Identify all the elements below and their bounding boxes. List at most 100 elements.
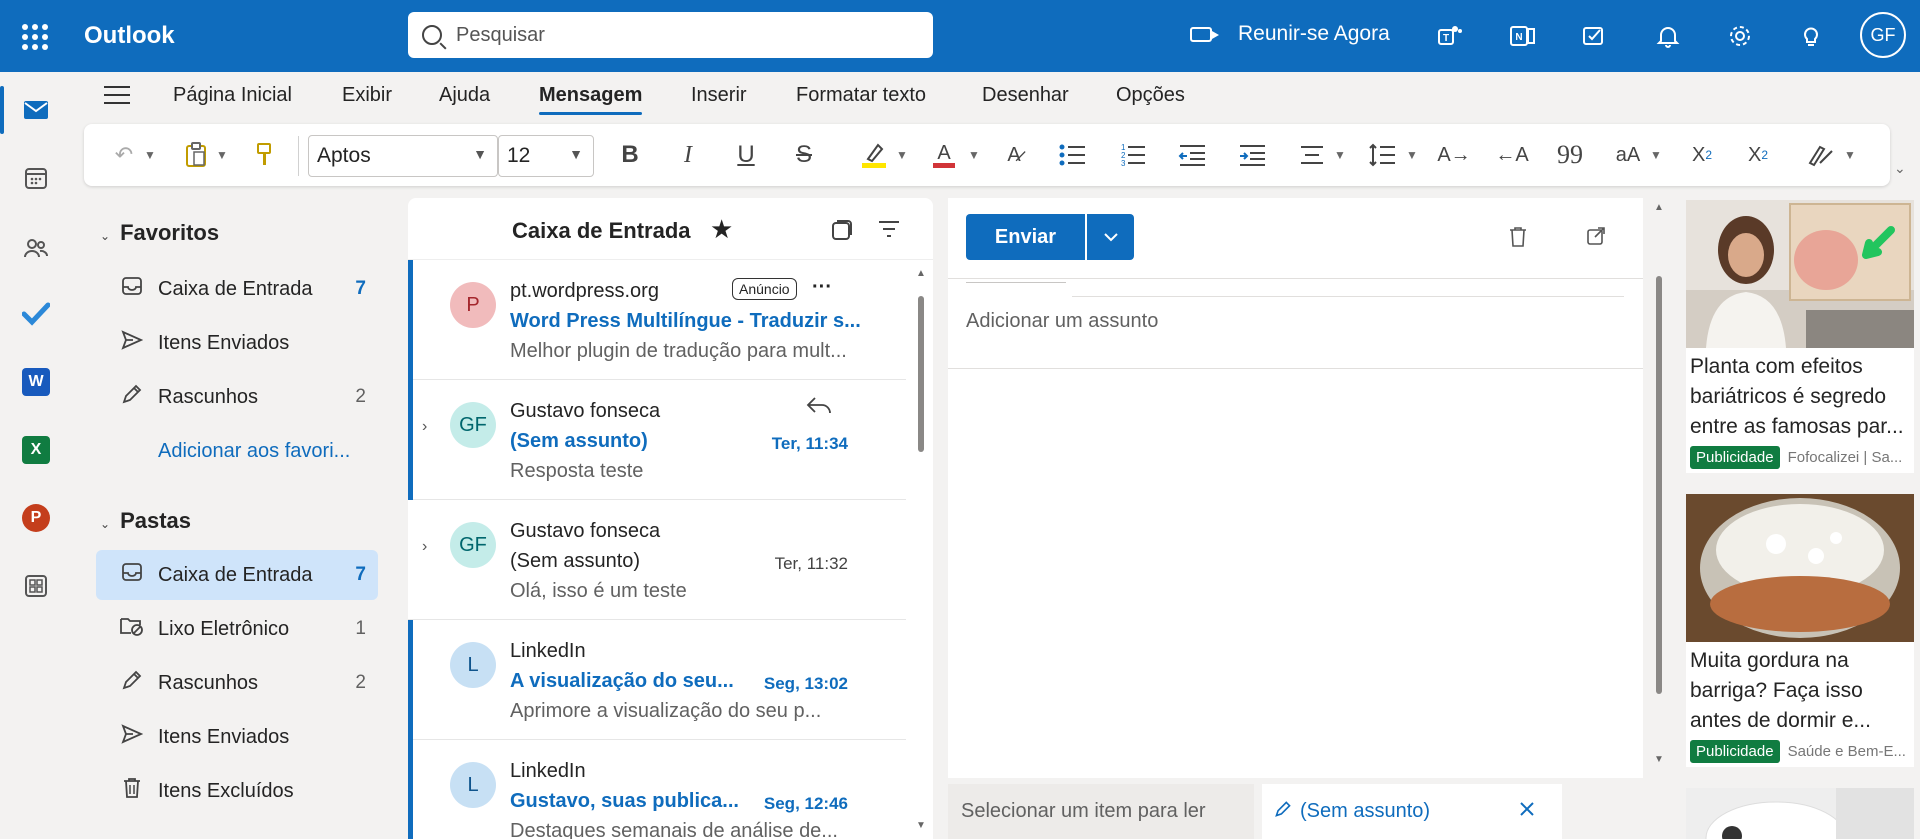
scroll-up-arrow-icon[interactable]: ▲ [916, 268, 926, 279]
teams-icon[interactable]: T [1437, 22, 1465, 50]
favorite-item-sent[interactable]: Itens Enviados [96, 318, 378, 368]
ltr-direction-icon[interactable]: A→ [1436, 140, 1472, 170]
settings-gear-icon[interactable] [1726, 22, 1754, 50]
message-item-ad[interactable]: P pt.wordpress.org Anúncio ··· Word Pres… [408, 260, 906, 380]
folders-header[interactable]: ⌄ Pastas [100, 508, 191, 534]
close-icon[interactable] [1518, 800, 1536, 824]
increase-indent-icon[interactable] [1234, 140, 1270, 170]
hamburger-menu-icon[interactable] [104, 86, 130, 106]
underline-icon[interactable]: U [728, 140, 764, 170]
lightbulb-icon[interactable] [1797, 22, 1825, 50]
folder-item-deleted[interactable]: Itens Excluídos [96, 766, 378, 816]
tab-exibir[interactable]: Exibir [342, 84, 392, 107]
line-spacing-dropdown-chevron-icon[interactable]: ▼ [1404, 140, 1420, 170]
scroll-down-arrow-icon[interactable]: ▼ [1654, 754, 1664, 765]
bold-icon[interactable]: B [612, 140, 648, 170]
app-launcher-icon[interactable] [20, 22, 50, 52]
paste-dropdown-chevron-icon[interactable]: ▼ [214, 140, 230, 170]
subject-input[interactable]: Adicionar um assunto [966, 310, 1158, 333]
recipient-field-line[interactable] [966, 282, 1066, 283]
more-options-icon[interactable]: ··· [812, 276, 832, 299]
highlight-icon[interactable] [856, 140, 892, 170]
send-options-chevron-icon[interactable] [1087, 214, 1134, 260]
subscript-icon[interactable]: X2 [1684, 140, 1720, 170]
message-item[interactable]: L LinkedIn A visualização do seu... Seg,… [408, 620, 906, 740]
clear-formatting-icon[interactable]: A̷ [996, 140, 1032, 170]
undo-icon[interactable]: ↶ [106, 140, 142, 170]
change-case-dropdown-chevron-icon[interactable]: ▼ [1648, 140, 1664, 170]
italic-icon[interactable]: I [670, 140, 706, 170]
message-list-scrollbar[interactable]: ▲ ▼ [914, 264, 928, 839]
notifications-bell-icon[interactable] [1654, 22, 1682, 50]
tab-formatar-texto[interactable]: Formatar texto [796, 84, 926, 107]
ribbon-expand-chevron-icon[interactable]: ⌄ [1894, 160, 1906, 177]
format-painter-icon[interactable] [246, 140, 282, 170]
folder-item-inbox[interactable]: Caixa de Entrada 7 [96, 550, 378, 600]
search-input[interactable] [456, 23, 916, 47]
bullet-list-icon[interactable] [1054, 140, 1090, 170]
font-color-dropdown-chevron-icon[interactable]: ▼ [966, 140, 982, 170]
reading-pane-tab[interactable]: Selecionar um item para ler [948, 784, 1254, 839]
draft-tab[interactable]: (Sem assunto) [1262, 784, 1562, 839]
folder-item-drafts[interactable]: Rascunhos 2 [96, 658, 378, 708]
folder-item-sent[interactable]: Itens Enviados [96, 712, 378, 762]
tab-desenhar[interactable]: Desenhar [982, 84, 1069, 107]
message-item[interactable]: › GF Gustavo fonseca (Sem assunto) Ter, … [408, 380, 906, 500]
font-color-icon[interactable]: A [926, 140, 962, 170]
undo-dropdown-chevron-icon[interactable]: ▼ [142, 140, 158, 170]
decrease-indent-icon[interactable] [1174, 140, 1210, 170]
compose-scrollbar[interactable]: ▲ ▼ [1648, 198, 1670, 778]
scrollbar-thumb[interactable] [1656, 276, 1662, 694]
folder-item-junk[interactable]: Lixo Eletrônico 1 [96, 604, 378, 654]
word-icon[interactable]: W [16, 362, 56, 402]
pop-out-icon[interactable] [1586, 226, 1606, 251]
strikethrough-icon[interactable]: S [786, 140, 822, 170]
font-family-select[interactable]: Aptos ▼ [308, 135, 498, 177]
mail-icon[interactable] [16, 90, 56, 130]
paste-clipboard-icon[interactable] [178, 140, 214, 170]
line-spacing-icon[interactable] [1364, 140, 1400, 170]
app-name[interactable]: Outlook [84, 22, 175, 50]
scrollbar-thumb[interactable] [918, 296, 924, 452]
quote-icon[interactable]: 99 [1552, 140, 1588, 170]
calendar-icon[interactable] [16, 158, 56, 198]
ad-card[interactable] [1686, 788, 1914, 839]
align-icon[interactable] [1294, 140, 1330, 170]
filter-icon[interactable] [878, 220, 900, 243]
styles-dropdown-chevron-icon[interactable]: ▼ [1842, 140, 1858, 170]
message-item[interactable]: › GF Gustavo fonseca (Sem assunto) Ter, … [408, 500, 906, 620]
message-item[interactable]: L LinkedIn Gustavo, suas publica... Seg,… [408, 740, 906, 839]
expand-thread-chevron-icon[interactable]: › [422, 418, 427, 436]
expand-thread-chevron-icon[interactable]: › [422, 538, 427, 556]
ad-card[interactable]: Planta com efeitos bariátricos é segredo… [1686, 200, 1914, 473]
message-body-editor[interactable] [948, 369, 1643, 778]
font-size-select[interactable]: 12 ▼ [498, 135, 594, 177]
favorite-star-icon[interactable]: ★ [710, 214, 733, 245]
tab-mensagem[interactable]: Mensagem [539, 84, 643, 115]
favorites-header[interactable]: ⌄ Favoritos [100, 220, 219, 246]
tab-inserir[interactable]: Inserir [691, 84, 747, 107]
align-dropdown-chevron-icon[interactable]: ▼ [1332, 140, 1348, 170]
todo-icon[interactable] [1581, 22, 1609, 50]
powerpoint-icon[interactable]: P [16, 498, 56, 538]
scroll-down-arrow-icon[interactable]: ▼ [916, 820, 926, 831]
tab-pagina-inicial[interactable]: Página Inicial [173, 84, 292, 107]
send-button[interactable]: Enviar [966, 214, 1085, 260]
styles-pen-icon[interactable] [1802, 140, 1838, 170]
tab-opcoes[interactable]: Opções [1116, 84, 1185, 107]
favorite-item-inbox[interactable]: Caixa de Entrada 7 [96, 264, 378, 314]
ad-card[interactable]: Muita gordura na barriga? Faça isso ante… [1686, 494, 1914, 767]
select-mode-icon[interactable] [830, 218, 854, 247]
more-apps-icon[interactable] [16, 566, 56, 606]
add-to-favorites-link[interactable]: Adicionar aos favori... [96, 426, 378, 476]
favorite-item-drafts[interactable]: Rascunhos 2 [96, 372, 378, 422]
change-case-icon[interactable]: aA [1610, 140, 1646, 170]
discard-trash-icon[interactable] [1508, 226, 1528, 253]
people-icon[interactable] [16, 228, 56, 268]
highlight-dropdown-chevron-icon[interactable]: ▼ [894, 140, 910, 170]
onenote-icon[interactable]: N [1509, 22, 1537, 50]
rtl-direction-icon[interactable]: ←A [1494, 140, 1530, 170]
numbered-list-icon[interactable]: 123 [1114, 140, 1150, 170]
tab-ajuda[interactable]: Ajuda [439, 84, 490, 107]
todo-app-icon[interactable] [16, 294, 56, 334]
